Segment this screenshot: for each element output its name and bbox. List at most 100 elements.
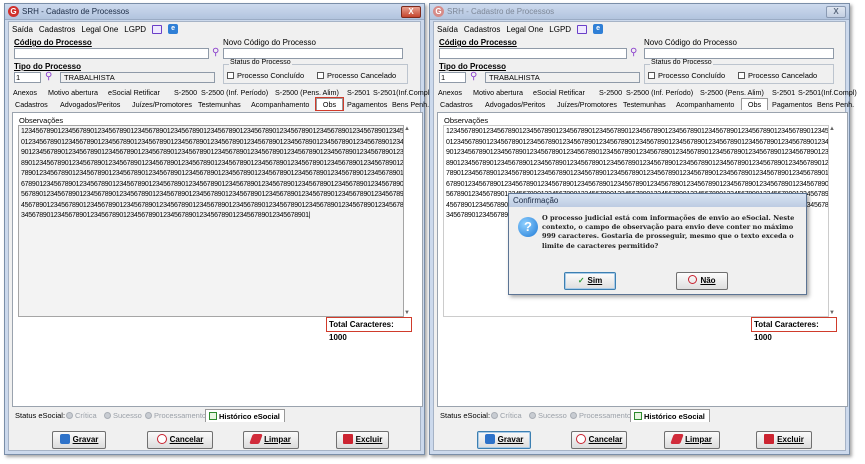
status-processamento: Processamento [570, 411, 631, 420]
menu-cadastros[interactable]: Cadastros [464, 25, 500, 34]
tab-anexos[interactable]: Anexos [13, 87, 37, 98]
cancelar-button[interactable]: Cancelar [147, 431, 213, 449]
obs-line: 3456789012345678901234567890123456789012… [21, 212, 311, 219]
tabs-row2: Cadastros Advogados/Peritos Juízes/Promo… [436, 98, 854, 110]
tab-s2501-inf-compl[interactable]: S-2501(Inf.Compl) [798, 87, 857, 98]
search-icon[interactable]: ⚲ [470, 72, 477, 82]
tab-advogados-peritos[interactable]: Advogados/Peritos [485, 99, 545, 110]
tipo-label: Tipo do Processo [14, 62, 81, 71]
tab-motivo-abertura[interactable]: Motivo abertura [473, 87, 523, 98]
obs-line: 7890123456789012345678901234567890123456… [21, 170, 404, 177]
scrollbar[interactable]: ▲ ▼ [403, 125, 411, 317]
tab-historico-esocial[interactable]: Histórico eSocial [630, 409, 710, 422]
app-blue-icon[interactable]: e [168, 24, 179, 34]
novo-codigo-input[interactable] [223, 48, 403, 59]
title-bar: G SRH - Cadastro de Processos X [430, 4, 849, 20]
novo-codigo-input[interactable] [644, 48, 834, 59]
codigo-input[interactable] [439, 48, 627, 59]
tab-testemunhas[interactable]: Testemunhas [198, 99, 241, 110]
tab-obs[interactable]: Obs [741, 98, 768, 110]
menu-saida[interactable]: Saída [437, 25, 458, 34]
gravar-button[interactable]: Gravar [477, 431, 531, 449]
tab-pagamentos[interactable]: Pagamentos [772, 99, 812, 110]
status-processamento: Processamento [145, 411, 206, 420]
cancelado-checkbox[interactable]: Processo Cancelado [738, 71, 817, 80]
search-icon[interactable]: ⚲ [45, 72, 52, 82]
tab-motivo-abertura[interactable]: Motivo abertura [48, 87, 98, 98]
search-icon[interactable]: ⚲ [630, 48, 637, 58]
menu-lgpd[interactable]: LGPD [124, 25, 146, 34]
tab-s2500[interactable]: S-2500 [599, 87, 622, 98]
menu-lgpd[interactable]: LGPD [549, 25, 571, 34]
tab-bens-penh[interactable]: Bens Penh. [392, 99, 429, 110]
gravar-button[interactable]: Gravar [52, 431, 106, 449]
status-esocial-label: Status eSocial: [440, 411, 491, 420]
tab-s2501[interactable]: S-2501 [347, 87, 370, 98]
menu-legal-one[interactable]: Legal One [506, 25, 543, 34]
scrollbar[interactable]: ▲ ▼ [828, 125, 836, 317]
tab-s2500[interactable]: S-2500 [174, 87, 197, 98]
obs-panel: Observações 1234567890123456789012345678… [12, 112, 423, 407]
tab-testemunhas[interactable]: Testemunhas [623, 99, 666, 110]
tab-obs[interactable]: Obs [315, 97, 344, 111]
sim-button[interactable]: ✓ Sim [564, 272, 616, 290]
close-button[interactable]: X [401, 6, 421, 18]
tab-juizes-promotores[interactable]: Juízes/Promotores [557, 99, 617, 110]
concluido-checkbox[interactable]: Processo Concluído [227, 71, 304, 80]
app-blue-icon[interactable]: e [593, 24, 604, 34]
tab-anexos[interactable]: Anexos [438, 87, 462, 98]
excluir-button[interactable]: Excluir [756, 431, 812, 449]
tab-s2500-pens-alim[interactable]: S-2500 (Pens. Alim) [275, 87, 339, 98]
obs-textarea[interactable]: 1234567890123456789012345678901234567890… [18, 125, 404, 317]
tab-cadastros[interactable]: Cadastros [440, 99, 473, 110]
tipo-code-input[interactable]: 1 [14, 72, 41, 83]
monitor-icon[interactable] [577, 24, 588, 34]
tab-s2500-inf-periodo[interactable]: S-2500 (Inf. Período) [626, 87, 693, 98]
scroll-down-icon[interactable]: ▼ [828, 310, 836, 316]
concluido-checkbox[interactable]: Processo Concluído [648, 71, 725, 80]
tab-s2501-inf-compl[interactable]: S-2501(Inf.Compl) [373, 87, 432, 98]
excluir-label: Excluir [355, 435, 383, 444]
excluir-button[interactable]: Excluir [336, 431, 389, 449]
radio-icon [104, 412, 111, 419]
title-bar: G SRH - Cadastro de Processos X [5, 4, 424, 20]
gravar-label: Gravar [72, 435, 99, 444]
scroll-down-icon[interactable]: ▼ [403, 310, 411, 316]
dialog-title: Confirmação [509, 194, 806, 207]
status-sucesso-label: Sucesso [538, 411, 567, 420]
tab-esocial-retificar[interactable]: eSocial Retificar [108, 87, 160, 98]
tab-advogados-peritos[interactable]: Advogados/Peritos [60, 99, 120, 110]
menu-cadastros[interactable]: Cadastros [39, 25, 75, 34]
tab-acompanhamento[interactable]: Acompanhamento [251, 99, 309, 110]
close-button[interactable]: X [826, 6, 846, 18]
tab-acompanhamento[interactable]: Acompanhamento [676, 99, 734, 110]
search-icon[interactable]: ⚲ [212, 48, 219, 58]
codigo-label: Código do Processo [439, 38, 517, 47]
menu-saida[interactable]: Saída [12, 25, 33, 34]
scroll-up-icon[interactable]: ▲ [403, 126, 411, 132]
delete-icon [342, 434, 353, 444]
menu-legal-one[interactable]: Legal One [81, 25, 118, 34]
cancelar-button[interactable]: Cancelar [571, 431, 627, 449]
tab-juizes-promotores[interactable]: Juízes/Promotores [132, 99, 192, 110]
codigo-input[interactable] [14, 48, 209, 59]
cancelado-checkbox[interactable]: Processo Cancelado [317, 71, 396, 80]
question-icon: ? [518, 217, 538, 237]
tab-s2501[interactable]: S-2501 [772, 87, 795, 98]
save-icon [484, 434, 495, 444]
tab-bens-penh[interactable]: Bens Penh. [817, 99, 854, 110]
limpar-button[interactable]: Limpar [664, 431, 720, 449]
tab-historico-esocial[interactable]: Histórico eSocial [205, 409, 285, 422]
limpar-button[interactable]: Limpar [243, 431, 299, 449]
tipo-code-input[interactable]: 1 [439, 72, 466, 83]
monitor-icon[interactable] [152, 24, 163, 34]
delete-icon [764, 434, 775, 444]
tab-s2500-pens-alim[interactable]: S-2500 (Pens. Alim) [700, 87, 764, 98]
tab-esocial-retificar[interactable]: eSocial Retificar [533, 87, 585, 98]
tab-s2500-inf-periodo[interactable]: S-2500 (Inf. Período) [201, 87, 268, 98]
tab-cadastros[interactable]: Cadastros [15, 99, 48, 110]
nao-button[interactable]: Não [676, 272, 728, 290]
tipo-label: Tipo do Processo [439, 62, 506, 71]
tab-pagamentos[interactable]: Pagamentos [347, 99, 387, 110]
scroll-up-icon[interactable]: ▲ [828, 126, 836, 132]
